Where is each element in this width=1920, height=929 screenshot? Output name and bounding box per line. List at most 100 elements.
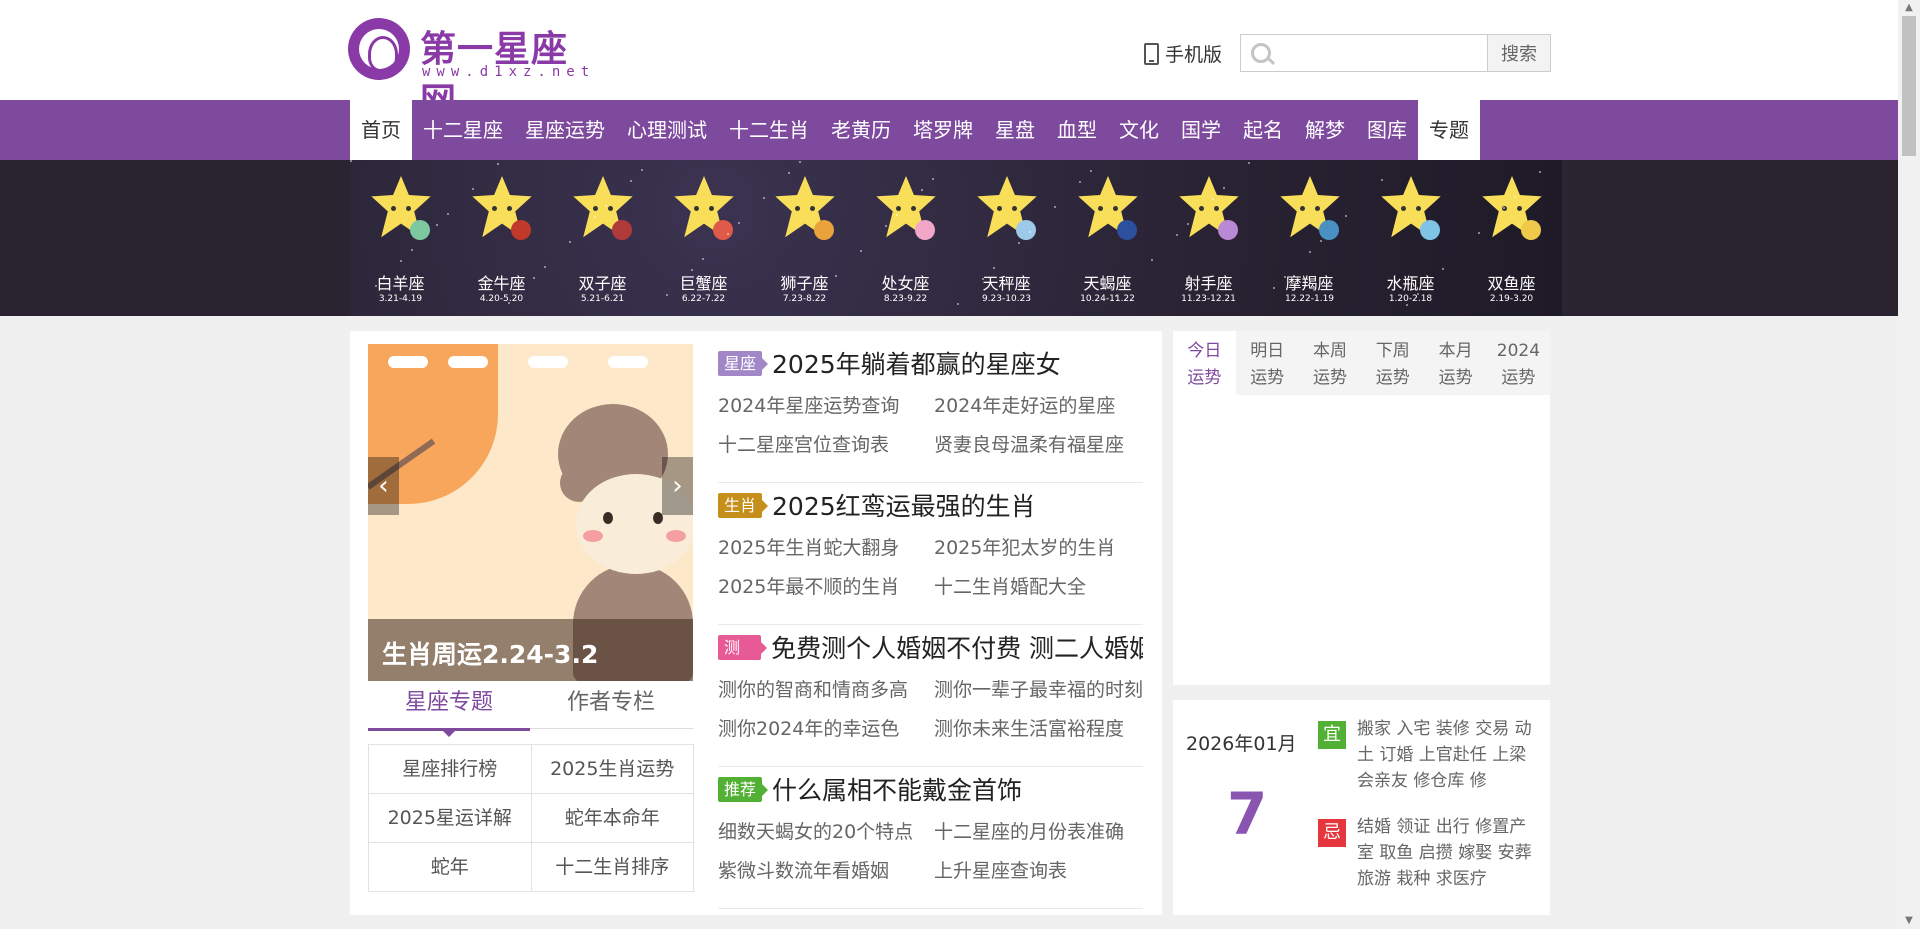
zodiac-item[interactable]: 处女座 8.23-9.22 bbox=[855, 170, 956, 310]
search-input[interactable] bbox=[1281, 35, 1485, 73]
banner-star bbox=[1223, 187, 1225, 189]
chevron-right-icon[interactable]: › bbox=[662, 457, 693, 515]
news-link[interactable]: 贤妻良母温柔有福星座 bbox=[934, 430, 1143, 457]
chevron-left-icon[interactable]: ‹ bbox=[368, 457, 399, 515]
monkey-blush bbox=[666, 530, 686, 542]
banner-star bbox=[1212, 198, 1214, 200]
news-link[interactable]: 2025年生肖蛇大翻身 bbox=[718, 533, 934, 560]
zodiac-item[interactable]: 白羊座 3.21-4.19 bbox=[350, 170, 451, 310]
fortune-tab[interactable]: 2024 运势 bbox=[1487, 331, 1550, 395]
news-link[interactable]: 测你2024年的幸运色 bbox=[718, 714, 934, 741]
scroll-up-arrow-icon[interactable]: ▲ bbox=[1898, 0, 1920, 16]
zodiac-name: 天蝎座 bbox=[1083, 274, 1132, 293]
banner-star bbox=[1018, 242, 1020, 244]
fortune-tab[interactable]: 本周 运势 bbox=[1299, 331, 1362, 395]
news-title-link[interactable]: 免费测个人婚姻不付费 测二人婚姻 bbox=[771, 629, 1143, 665]
news-category-tag: 测试 bbox=[718, 634, 768, 682]
zodiac-name: 处女座 bbox=[881, 274, 930, 293]
news-title-link[interactable]: 2025年躺着都赢的星座女 bbox=[772, 345, 1061, 381]
news-link[interactable]: 2024年星座运势查询 bbox=[718, 391, 934, 418]
news-link[interactable]: 十二星座宫位查询表 bbox=[718, 430, 934, 457]
nav-item[interactable]: 国学 bbox=[1170, 100, 1232, 160]
phone-icon bbox=[1144, 42, 1159, 65]
image-slider[interactable]: 生肖周运2.24-3.2 ‹ › bbox=[368, 344, 693, 681]
news-title-link[interactable]: 什么属相不能戴金首饰 bbox=[772, 771, 1022, 807]
banner-star bbox=[533, 277, 535, 279]
news-link[interactable]: 测你未来生活富裕程度 bbox=[934, 714, 1143, 741]
news-link[interactable]: 2024年走好运的星座 bbox=[934, 391, 1143, 418]
zodiac-accessory bbox=[612, 220, 632, 240]
news-link[interactable]: 十二生肖婚配大全 bbox=[934, 572, 1143, 599]
news-title-link[interactable]: 2025红鸾运最强的生肖 bbox=[772, 487, 1036, 523]
nav-item[interactable]: 塔罗牌 bbox=[902, 100, 984, 160]
logo-url: www.d1xz.net bbox=[422, 64, 596, 80]
zodiac-item[interactable]: 双子座 5.21-6.21 bbox=[552, 170, 653, 310]
banner-star bbox=[472, 188, 474, 190]
nav-item[interactable]: 图库 bbox=[1356, 100, 1418, 160]
scroll-down-arrow-icon[interactable]: ▼ bbox=[1898, 913, 1920, 929]
zodiac-item[interactable]: 天蝎座 10.24-11.22 bbox=[1057, 170, 1158, 310]
topic-link[interactable]: 十二生肖排序 bbox=[531, 843, 694, 892]
news-link[interactable]: 测你的智商和情商多高 bbox=[718, 675, 934, 702]
mobile-version-link[interactable]: 手机版 bbox=[1144, 40, 1222, 67]
news-link[interactable]: 细数天蝎女的20个特点 bbox=[718, 817, 934, 844]
fortune-tab-line1: 下周 bbox=[1375, 341, 1410, 361]
zodiac-item[interactable]: 天秤座 9.23-10.23 bbox=[956, 170, 1057, 310]
tab-zodiac-topics[interactable]: 星座专题 bbox=[368, 681, 530, 737]
zodiac-item[interactable]: 水瓶座 1.20-2.18 bbox=[1360, 170, 1461, 310]
nav-item[interactable]: 星座运势 bbox=[514, 100, 616, 160]
nav-item[interactable]: 专题 bbox=[1418, 100, 1480, 160]
banner-star bbox=[1126, 284, 1128, 286]
banner-star bbox=[982, 278, 984, 280]
inauspicious-badge: 忌 bbox=[1318, 819, 1346, 847]
zodiac-list: 白羊座 3.21-4.19 金牛座 4.20-5.20 双子座 5.21-6.21 巨蟹座 6… bbox=[350, 170, 1562, 310]
news-link[interactable]: 上升星座查询表 bbox=[934, 856, 1143, 883]
nav-item[interactable]: 十二星座 bbox=[412, 100, 514, 160]
zodiac-item[interactable]: 金牛座 4.20-5.20 bbox=[451, 170, 552, 310]
banner-star bbox=[921, 189, 923, 191]
tab-author-column[interactable]: 作者专栏 bbox=[530, 681, 692, 731]
news-block: 测试 免费测个人婚姻不付费 测二人婚姻测你的智商和情商多高 测你一辈子最幸福的时刻测… bbox=[718, 625, 1143, 767]
banner-star bbox=[1273, 287, 1275, 289]
zodiac-item[interactable]: 双鱼座 2.19-3.20 bbox=[1461, 170, 1562, 310]
zodiac-item[interactable]: 巨蟹座 6.22-7.22 bbox=[653, 170, 754, 310]
nav-item[interactable]: 解梦 bbox=[1294, 100, 1356, 160]
zodiac-accessory bbox=[1319, 220, 1339, 240]
fortune-tab[interactable]: 今日 运势 bbox=[1173, 331, 1236, 395]
nav-item[interactable]: 星盘 bbox=[984, 100, 1046, 160]
topic-link[interactable]: 2025星运详解 bbox=[369, 794, 532, 843]
zodiac-item[interactable]: 摩羯座 12.22-1.19 bbox=[1259, 170, 1360, 310]
banner-star bbox=[885, 225, 887, 227]
topic-link[interactable]: 蛇年 bbox=[369, 843, 532, 892]
news-link[interactable]: 十二星座的月份表准确 bbox=[934, 817, 1143, 844]
zodiac-item[interactable]: 狮子座 7.23-8.22 bbox=[754, 170, 855, 310]
nav-item[interactable]: 心理测试 bbox=[616, 100, 718, 160]
zodiac-item[interactable]: 射手座 11.23-12.21 bbox=[1158, 170, 1259, 310]
page-scrollbar[interactable]: ▲ ▼ bbox=[1898, 0, 1920, 929]
nav-item[interactable]: 十二生肖 bbox=[718, 100, 820, 160]
scrollbar-thumb[interactable] bbox=[1902, 16, 1916, 156]
topic-link[interactable]: 蛇年本命年 bbox=[531, 794, 694, 843]
news-link[interactable]: 测你一辈子最幸福的时刻 bbox=[934, 675, 1143, 702]
nav-item[interactable]: 老黄历 bbox=[820, 100, 902, 160]
banner-star bbox=[350, 160, 352, 162]
zodiac-date: 8.23-9.22 bbox=[883, 294, 928, 304]
fortune-tab[interactable]: 明日 运势 bbox=[1236, 331, 1299, 395]
search-button[interactable]: 搜索 bbox=[1487, 34, 1551, 72]
news-link[interactable]: 2025年最不顺的生肖 bbox=[718, 572, 934, 599]
nav-item[interactable]: 血型 bbox=[1046, 100, 1108, 160]
fortune-tab[interactable]: 下周 运势 bbox=[1361, 331, 1424, 395]
nav-item[interactable]: 文化 bbox=[1108, 100, 1170, 160]
topic-link[interactable]: 星座排行榜 bbox=[369, 745, 532, 794]
news-link[interactable]: 2025年犯太岁的生肖 bbox=[934, 533, 1143, 560]
nav-item[interactable]: 起名 bbox=[1232, 100, 1294, 160]
news-related-links: 2024年星座运势查询 2024年走好运的星座 十二星座宫位查询表 贤妻良母温柔有福星… bbox=[718, 391, 1143, 457]
nav-item[interactable]: 首页 bbox=[350, 100, 412, 160]
banner-star bbox=[691, 269, 693, 271]
slide-caption[interactable]: 生肖周运2.24-3.2 bbox=[382, 635, 598, 671]
fortune-tab[interactable]: 本月 运势 bbox=[1424, 331, 1487, 395]
site-logo[interactable]: 第一星座网 www.d1xz.net bbox=[348, 18, 598, 122]
topic-link[interactable]: 2025生肖运势 bbox=[531, 745, 694, 794]
news-link[interactable]: 紫微斗数流年看婚姻 bbox=[718, 856, 934, 883]
banner-star bbox=[799, 161, 801, 163]
